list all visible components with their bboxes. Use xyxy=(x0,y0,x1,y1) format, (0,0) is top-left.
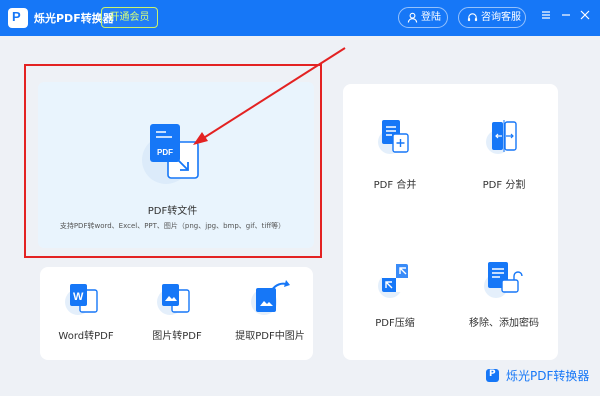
image-to-pdf-icon xyxy=(157,284,190,315)
merge-label: PDF 合并 xyxy=(373,180,417,191)
split-icon xyxy=(486,120,517,154)
brand-text: 烁光PDF转换器 xyxy=(506,369,590,383)
unlock-icon xyxy=(484,262,523,298)
extract-image-icon xyxy=(251,280,290,315)
extract-image-label: 提取PDF中图片 xyxy=(235,331,305,342)
svg-text:W: W xyxy=(73,291,84,303)
password-label: 移除、添加密码 xyxy=(469,318,539,329)
merge-icon xyxy=(378,120,409,154)
split-label: PDF 分割 xyxy=(482,180,526,191)
compress-label: PDF压缩 xyxy=(375,318,415,329)
image-to-pdf-label: 图片转PDF xyxy=(152,331,202,342)
compress-icon xyxy=(378,264,408,298)
word-to-pdf-label: Word转PDF xyxy=(58,331,114,342)
word-to-pdf-icon: W xyxy=(65,284,98,315)
brand-logo-icon: P xyxy=(486,369,499,382)
